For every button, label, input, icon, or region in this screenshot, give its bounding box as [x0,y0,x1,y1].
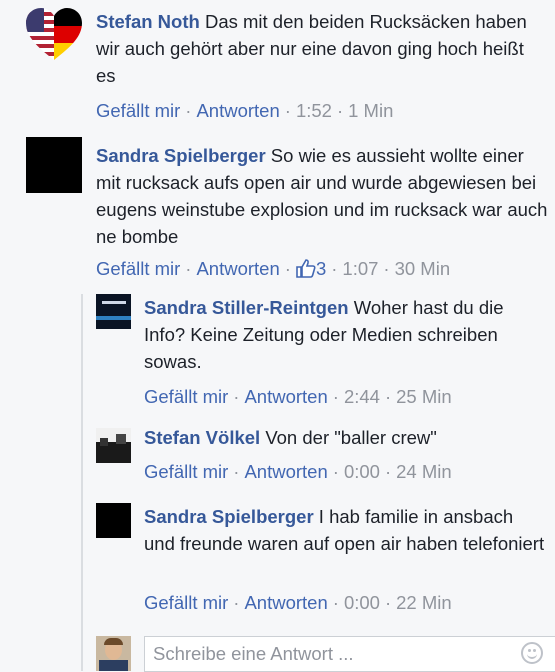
comment-author[interactable]: Stefan Noth [96,11,200,32]
comment-author[interactable]: Sandra Spielberger [96,145,266,166]
comment-author[interactable]: Sandra Spielberger [144,506,314,527]
comment-time: 1:07 [342,258,379,279]
comment-time: 0:00 [343,592,380,613]
comment-author[interactable]: Stefan Völkel [144,427,260,448]
comment-actions: Gefällt mir · Antworten · 3 · 1:07 · 30 Min [96,258,451,279]
current-user-avatar [96,636,131,671]
like-link[interactable]: Gefällt mir [96,100,180,121]
heart-flag-avatar-icon [26,8,82,60]
comment-actions: Gefällt mir · Antworten · 0:00 · 22 Min [144,592,452,613]
like-count[interactable]: 3 [296,258,326,279]
like-link[interactable]: Gefällt mir [144,386,228,407]
thumbs-up-icon [296,259,316,278]
avatar[interactable] [96,294,131,329]
comment-actions: Gefällt mir · Antworten · 1:52 · 1 Min [96,100,394,121]
comment-age[interactable]: 24 Min [396,461,452,482]
reply-body: Sandra Stiller-Reintgen Woher hast du di… [144,294,549,375]
reply-link[interactable]: Antworten [196,258,279,279]
like-count-value: 3 [315,258,327,279]
reply-link[interactable]: Antworten [244,386,327,407]
reply-input[interactable]: Schreibe eine Antwort ... [144,636,555,672]
reply-body: Sandra Spielberger I hab familie in ansb… [144,503,549,557]
reply-link[interactable]: Antworten [196,100,279,121]
like-link[interactable]: Gefällt mir [144,461,228,482]
like-link[interactable]: Gefällt mir [144,592,228,613]
reply-thread-line [81,294,83,671]
comment-body: Sandra Spielberger So wie es aussieht wo… [96,142,551,250]
comment-time: 2:44 [343,386,380,407]
comment-text: Von der "baller crew" [265,427,437,448]
comment-age[interactable]: 25 Min [396,386,452,407]
reply-link[interactable]: Antworten [244,461,327,482]
comment-author[interactable]: Sandra Stiller-Reintgen [144,297,349,318]
comment-age[interactable]: 1 Min [348,100,393,121]
reply-link[interactable]: Antworten [244,592,327,613]
comment-time: 0:00 [343,461,380,482]
comment-age[interactable]: 22 Min [396,592,452,613]
avatar[interactable] [26,8,82,64]
like-link[interactable]: Gefällt mir [96,258,180,279]
comment-actions: Gefällt mir · Antworten · 2:44 · 25 Min [144,386,452,407]
comment-age[interactable]: 30 Min [395,258,451,279]
smiley-icon[interactable] [521,642,543,664]
reply-input-placeholder: Schreibe eine Antwort ... [153,643,354,664]
avatar[interactable] [26,137,82,193]
avatar[interactable] [96,428,131,463]
avatar[interactable] [96,503,131,538]
comment-actions: Gefällt mir · Antworten · 0:00 · 24 Min [144,461,452,482]
reply-body: Stefan Völkel Von der "baller crew" [144,424,549,451]
comment-body: Stefan Noth Das mit den beiden Rucksäcke… [96,8,546,89]
comment-time: 1:52 [295,100,332,121]
